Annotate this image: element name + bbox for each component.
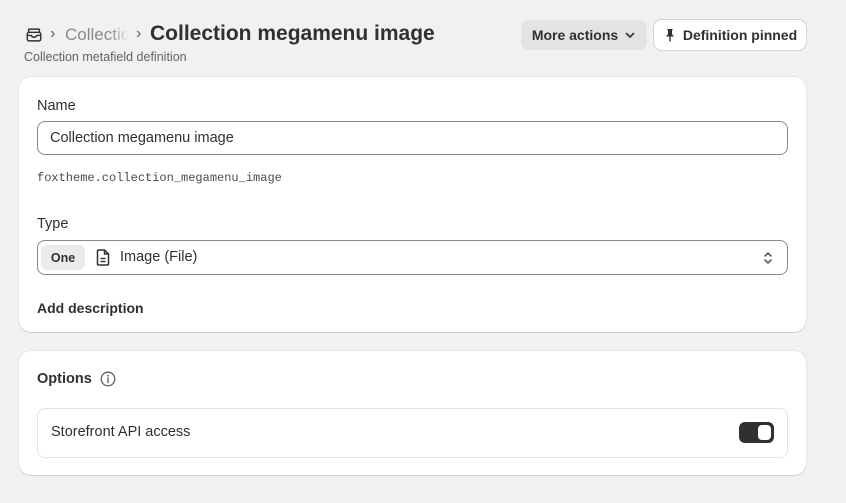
type-value: Image (File) — [120, 249, 198, 265]
collection-icon[interactable] — [25, 26, 43, 44]
type-label: Type — [37, 216, 69, 232]
info-icon[interactable] — [100, 371, 116, 387]
more-actions-button[interactable]: More actions — [521, 20, 647, 50]
type-select[interactable]: One Image (File) — [37, 240, 788, 275]
options-card: Options Storefront API access — [19, 351, 806, 475]
more-actions-label: More actions — [531, 27, 619, 43]
name-label: Name — [37, 98, 76, 114]
select-arrows-icon — [764, 252, 772, 264]
definition-card: Name foxtheme.collection_megamenu_image … — [19, 77, 806, 332]
breadcrumb-separator: › — [136, 25, 142, 42]
pin-icon — [665, 29, 674, 42]
options-title: Options — [37, 371, 92, 387]
name-input[interactable] — [37, 121, 788, 155]
page-header: › Collections › Collection megamenu imag… — [0, 0, 846, 72]
type-cardinality-badge: One — [41, 245, 85, 270]
storefront-api-toggle[interactable] — [739, 422, 774, 443]
definition-pinned-label: Definition pinned — [682, 27, 798, 43]
namespace-key: foxtheme.collection_megamenu_image — [37, 171, 282, 185]
storefront-api-row: Storefront API access — [37, 408, 788, 458]
breadcrumb-separator: › — [50, 25, 56, 42]
definition-pinned-button[interactable]: Definition pinned — [654, 20, 806, 50]
toggle-knob — [758, 425, 771, 440]
file-icon — [96, 249, 110, 266]
breadcrumb-collections-link[interactable]: Collections — [65, 25, 129, 45]
page-subtitle: Collection metafield definition — [24, 50, 187, 64]
page-title: Collection megamenu image — [150, 22, 435, 45]
chevron-down-icon — [625, 32, 635, 38]
add-description-link[interactable]: Add description — [37, 300, 144, 316]
storefront-api-label: Storefront API access — [51, 424, 191, 440]
